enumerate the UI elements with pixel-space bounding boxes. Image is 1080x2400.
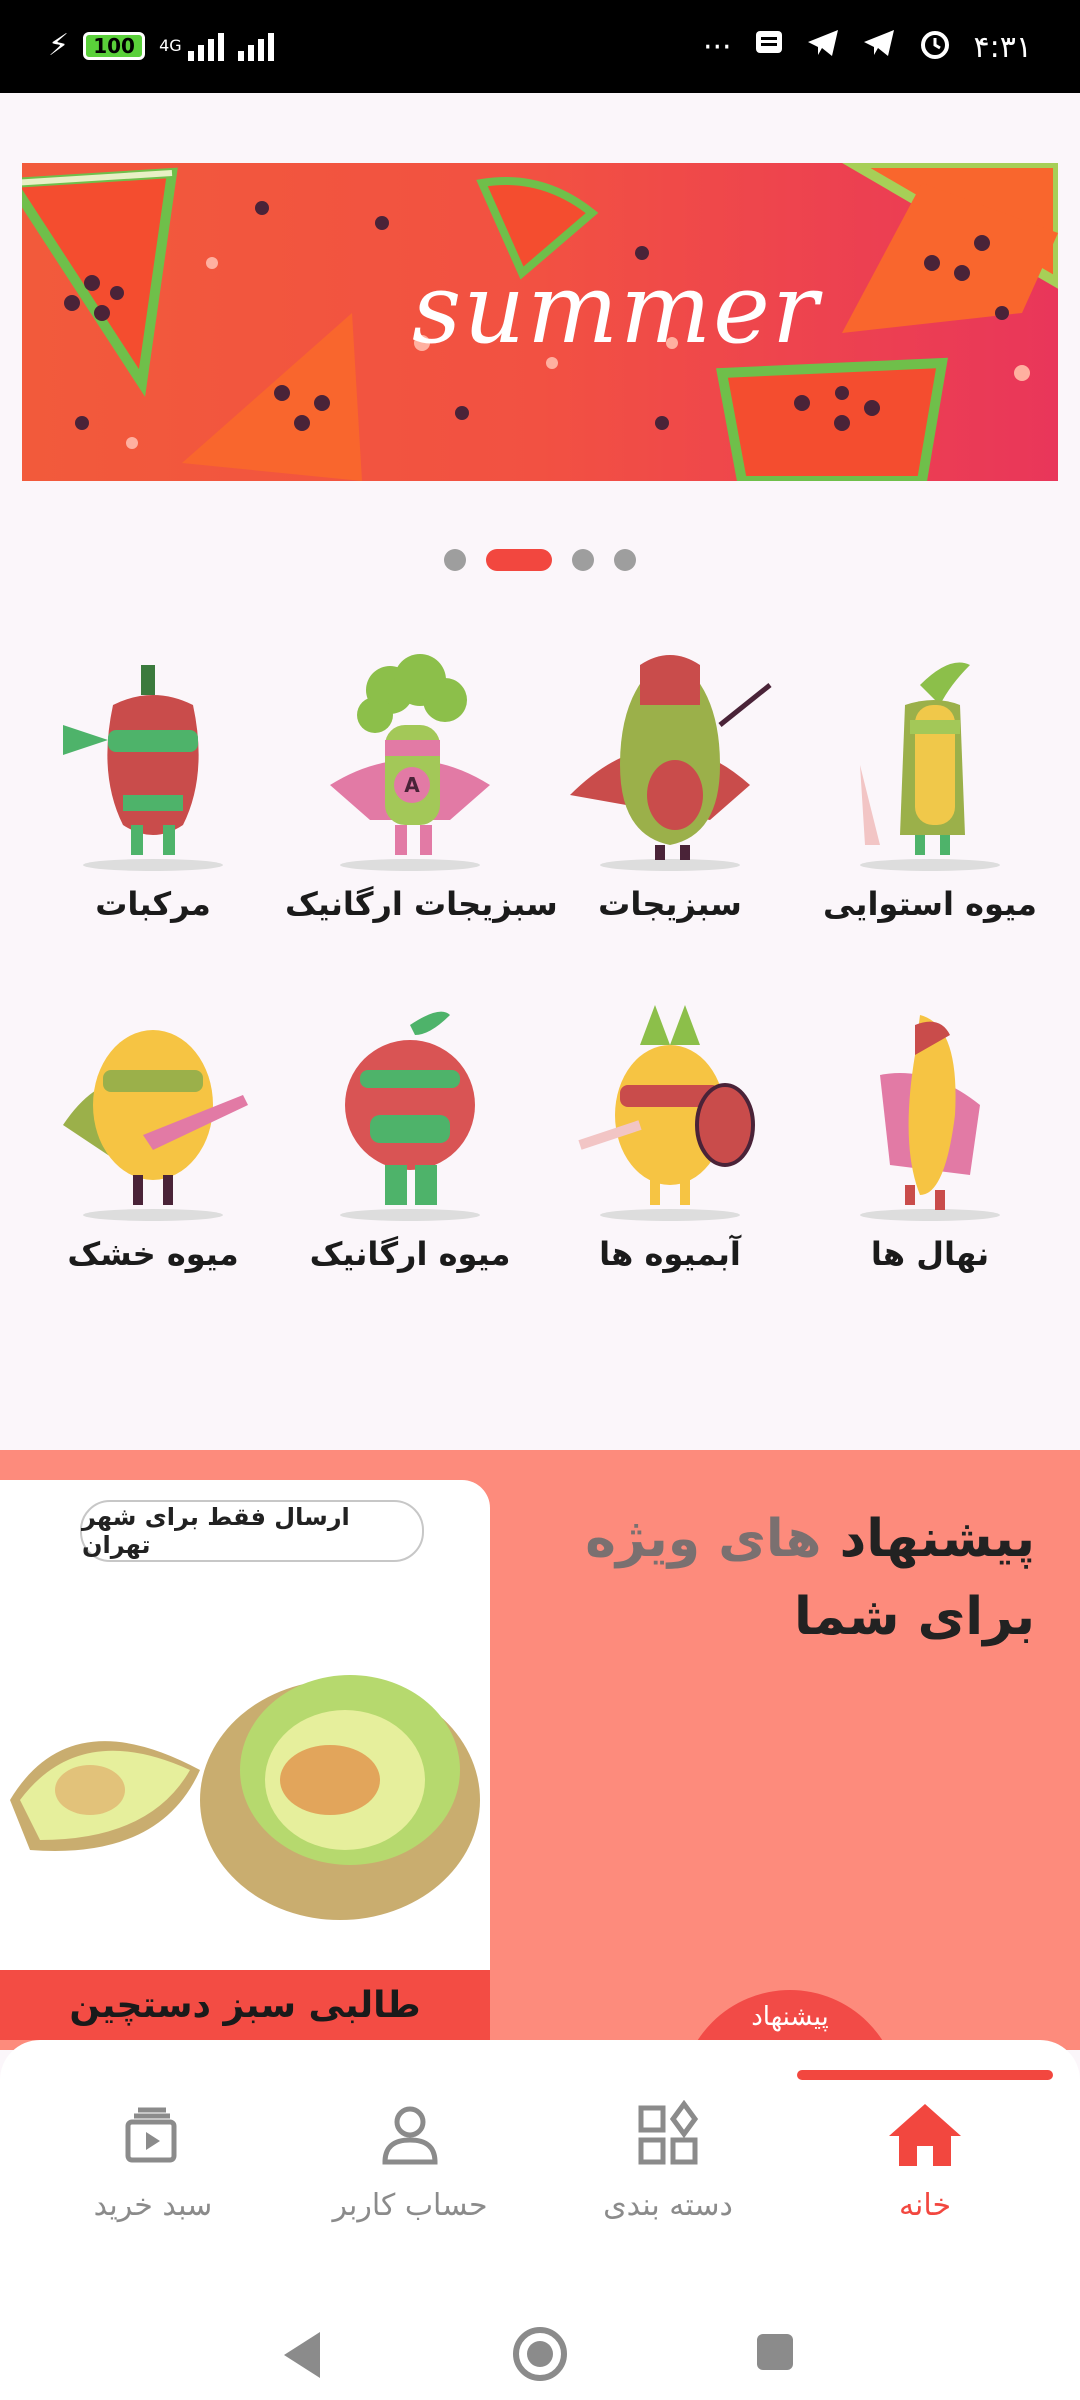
recents-icon[interactable] — [755, 2332, 795, 2372]
promo-banner[interactable]: summer — [22, 163, 1058, 481]
nav-label: حساب کاربر — [332, 2188, 488, 2223]
carousel-dot[interactable] — [614, 549, 636, 571]
nav-label: سبد خرید — [93, 2188, 213, 2223]
banana-hero-icon — [860, 1015, 1000, 1221]
offers-heading: پیشنهاد های ویژه برای شما — [535, 1500, 1035, 1656]
apple-hero-icon — [340, 1011, 480, 1221]
pepper-hero-icon — [63, 665, 223, 871]
melon-image — [10, 1675, 480, 1920]
system-navigation-bar — [0, 2290, 1080, 2400]
category-juices[interactable]: آبمیوه ها — [545, 995, 795, 1273]
category-tropical-fruits[interactable]: میوه استوایی — [805, 645, 1055, 923]
notification-icon — [754, 29, 784, 65]
signal-icon-2 — [237, 31, 274, 61]
signal-icon — [187, 31, 224, 61]
category-label: نهال ها — [870, 1235, 990, 1273]
telegram-icon-2 — [862, 28, 896, 66]
status-bar: ⚡ 100 4G ··· ۴:۳۱ — [0, 0, 1080, 93]
category-label: میوه خشک — [67, 1235, 239, 1273]
category-organic-vegetables[interactable]: A سبزیجات ارگانیک — [285, 645, 558, 923]
nav-cart[interactable]: سبد خرید — [33, 2100, 273, 2223]
lemon-hero-icon — [63, 1030, 248, 1221]
active-tab-indicator — [797, 2070, 1053, 2080]
home-icon — [889, 2104, 961, 2166]
offer-product-name: طالبی سبز دستچین — [69, 1985, 421, 2026]
telegram-icon — [806, 28, 840, 66]
category-label: مرکبات — [95, 885, 211, 923]
category-dried-fruits[interactable]: میوه خشک — [28, 995, 278, 1273]
offers-heading-part2: های ویژه — [585, 1509, 822, 1569]
category-icon — [638, 2100, 699, 2165]
category-label: سبزیجات ارگانیک — [285, 885, 558, 923]
nav-account[interactable]: حساب کاربر — [290, 2100, 530, 2223]
category-citrus[interactable]: مرکبات — [28, 645, 278, 923]
category-vegetables[interactable]: سبزیجات — [545, 645, 795, 923]
category-saplings[interactable]: نهال ها — [805, 995, 1055, 1273]
category-label: میوه ارگانیک — [309, 1235, 511, 1273]
user-icon — [382, 2106, 438, 2165]
category-organic-fruits[interactable]: میوه ارگانیک — [285, 995, 535, 1273]
nav-categories[interactable]: دسته بندی — [548, 2100, 788, 2223]
avocado-hero-icon — [570, 655, 772, 871]
nav-home[interactable]: خانه — [805, 2100, 1045, 2223]
carousel-dot-active[interactable] — [486, 549, 552, 571]
category-label: سبزیجات — [598, 885, 742, 923]
category-label: آبمیوه ها — [599, 1235, 741, 1273]
battery-icon: 100 — [83, 31, 146, 60]
nav-label: دسته بندی — [603, 2188, 733, 2223]
cart-icon — [125, 2107, 177, 2163]
corn-hero-icon — [860, 662, 1000, 871]
offers-heading-line2: برای شما — [794, 1587, 1035, 1647]
shipping-note-badge: ارسال فقط برای شهر تهران — [80, 1500, 424, 1562]
offers-heading-part1: پیشنهاد — [839, 1509, 1035, 1569]
svg-text:A: A — [404, 773, 420, 797]
pineapple-hero-icon — [578, 1005, 755, 1221]
more-dots: ··· — [702, 29, 732, 65]
alarm-icon — [918, 26, 952, 68]
carousel-dot[interactable] — [444, 549, 466, 571]
category-label: میوه استوایی — [823, 885, 1037, 923]
bottom-navigation: سبد خرید حساب کاربر دسته بندی خانه — [0, 2040, 1080, 2290]
back-icon[interactable] — [280, 2330, 324, 2380]
banner-title: summer — [412, 253, 820, 365]
home-button-icon[interactable] — [512, 2326, 568, 2382]
carousel-dot[interactable] — [572, 549, 594, 571]
network-type: 4G — [159, 36, 182, 55]
nav-label: خانه — [898, 2188, 952, 2223]
carousel-indicator — [0, 549, 1080, 571]
offer-product-card[interactable]: ارسال فقط برای شهر تهران طالبی سبز دستچی… — [0, 1480, 490, 2040]
clock-time: ۴:۳۱ — [973, 29, 1032, 65]
broccoli-hero-icon: A — [330, 654, 490, 871]
charging-icon: ⚡ — [48, 28, 70, 63]
